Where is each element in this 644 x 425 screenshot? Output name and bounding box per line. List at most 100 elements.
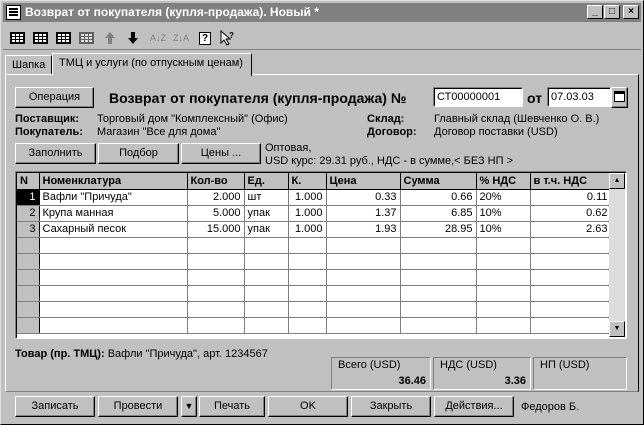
scroll-down-icon[interactable]: ▼ <box>609 321 625 337</box>
close-button[interactable]: Закрыть <box>351 396 431 417</box>
col-coef[interactable]: К. <box>288 173 327 190</box>
buyer-value[interactable]: Магазин "Все для дома" <box>97 126 220 138</box>
empty-row[interactable] <box>17 317 612 334</box>
cell-price[interactable]: 0.33 <box>326 189 401 206</box>
col-sum[interactable]: Сумма <box>400 173 477 190</box>
calendar-button[interactable] <box>611 87 628 108</box>
table-row[interactable]: 3 Сахарный песок 15.000 упак 1.000 1.93 … <box>17 221 612 238</box>
tab-header[interactable]: Шапка <box>5 55 52 75</box>
actions-button[interactable]: Действия... <box>434 396 514 417</box>
table-row[interactable]: 2 Крупа манная 5.000 упак 1.000 1.37 6.8… <box>17 205 612 222</box>
cell-price[interactable]: 1.93 <box>326 221 401 238</box>
print-button[interactable]: Печать <box>199 396 265 417</box>
cell-sum[interactable]: 28.95 <box>400 221 477 238</box>
cell-coef[interactable]: 1.000 <box>288 189 327 206</box>
save-button[interactable]: Записать <box>15 396 95 417</box>
item-info: Товар (пр. ТМЦ): Вафли "Причуда", арт. 1… <box>15 348 268 360</box>
currency-vat-info: USD курс: 29.31 руб., НДС - в сумме,< БЕ… <box>265 155 514 167</box>
move-up-icon[interactable] <box>100 28 120 48</box>
post-button[interactable]: Провести <box>98 396 178 417</box>
vat-box: НДС (USD) 3.36 <box>433 357 531 390</box>
item-info-value: Вафли "Причуда", арт. 1234567 <box>104 348 268 360</box>
col-nomenclature[interactable]: Номенклатура <box>39 173 188 190</box>
row-number[interactable]: 3 <box>17 221 40 238</box>
toolbar: A↓Z Z↓A ? ? <box>3 24 641 50</box>
cell-coef[interactable]: 1.000 <box>288 221 327 238</box>
empty-row[interactable] <box>17 301 612 318</box>
row-number[interactable]: 2 <box>17 205 40 222</box>
contract-value[interactable]: Договор поставки (USD) <box>434 126 558 138</box>
date-field[interactable]: 07.03.03 <box>547 87 611 107</box>
sort-asc-icon[interactable]: A↓Z <box>148 28 168 48</box>
calendar-icon <box>614 91 625 102</box>
cell-sum[interactable]: 0.66 <box>400 189 477 206</box>
table-delete-icon[interactable] <box>76 28 96 48</box>
title-bar[interactable]: Возврат от покупателя (купля-продажа). Н… <box>3 3 641 22</box>
total-label: Всего (USD) <box>338 359 401 371</box>
pick-button[interactable]: Подбор <box>98 143 179 164</box>
post-dropdown-icon[interactable]: ▼ <box>181 396 197 417</box>
sort-desc-icon[interactable]: Z↓A <box>171 28 191 48</box>
table-header: N Номенклатура Кол-во Ед. К. Цена Сумма … <box>17 173 612 190</box>
col-unit[interactable]: Ед. <box>244 173 289 190</box>
help-icon[interactable]: ? <box>195 28 215 48</box>
goods-table[interactable]: N Номенклатура Кол-во Ед. К. Цена Сумма … <box>15 171 627 339</box>
tab-goods-services[interactable]: ТМЦ и услуги (по отпускным ценам) <box>52 53 252 76</box>
table-edit-icon[interactable] <box>53 28 73 48</box>
empty-row[interactable] <box>17 285 612 302</box>
col-vat-included[interactable]: в т.ч. НДС <box>530 173 612 190</box>
cell-quantity[interactable]: 15.000 <box>187 221 245 238</box>
np-box: НП (USD) <box>533 357 627 390</box>
item-info-label: Товар (пр. ТМЦ): <box>15 348 105 360</box>
cell-nomenclature[interactable]: Вафли "Причуда" <box>39 189 188 206</box>
col-price[interactable]: Цена <box>326 173 401 190</box>
cell-quantity[interactable]: 5.000 <box>187 205 245 222</box>
cell-unit[interactable]: шт <box>244 189 289 206</box>
supplier-value[interactable]: Торговый дом "Комплексный" (Офис) <box>97 113 288 125</box>
warehouse-value[interactable]: Главный склад (Шевченко О. В.) <box>434 113 599 125</box>
col-n[interactable]: N <box>17 173 40 190</box>
cell-vat[interactable]: 0.62 <box>530 205 612 222</box>
ok-button[interactable]: OK <box>268 396 348 417</box>
close-window-button[interactable]: × <box>623 5 639 19</box>
scroll-up-icon[interactable]: ▲ <box>609 173 625 189</box>
prices-button[interactable]: Цены ... <box>181 143 261 164</box>
operation-button[interactable]: Операция <box>15 87 94 108</box>
table-scrollbar[interactable]: ▲ ▼ <box>609 173 625 337</box>
cell-unit[interactable]: упак <box>244 205 289 222</box>
supplier-label: Поставщик: <box>15 113 80 125</box>
cell-quantity[interactable]: 2.000 <box>187 189 245 206</box>
contract-label: Договор: <box>367 126 417 138</box>
cell-nomenclature[interactable]: Крупа манная <box>39 205 188 222</box>
empty-row[interactable] <box>17 269 612 286</box>
document-icon <box>6 5 21 20</box>
table-row[interactable]: 1 Вафли "Причуда" 2.000 шт 1.000 0.33 0.… <box>17 189 612 206</box>
cell-coef[interactable]: 1.000 <box>288 205 327 222</box>
minimize-button[interactable]: _ <box>587 5 603 19</box>
table-new-icon[interactable] <box>7 28 27 48</box>
price-type-info: Оптовая, <box>265 142 312 154</box>
cell-sum[interactable]: 6.85 <box>400 205 477 222</box>
empty-row[interactable] <box>17 253 612 270</box>
maximize-button[interactable]: □ <box>604 5 620 19</box>
svg-text:?: ? <box>229 31 234 40</box>
cell-unit[interactable]: упак <box>244 221 289 238</box>
cell-vat-rate[interactable]: 10% <box>476 205 531 222</box>
cell-vat-rate[interactable]: 10% <box>476 221 531 238</box>
empty-row[interactable] <box>17 237 612 254</box>
move-down-icon[interactable] <box>123 28 143 48</box>
col-quantity[interactable]: Кол-во <box>187 173 245 190</box>
date-label: от <box>527 90 543 106</box>
fill-button[interactable]: Заполнить <box>15 143 96 164</box>
cell-price[interactable]: 1.37 <box>326 205 401 222</box>
table-copy-icon[interactable] <box>30 28 50 48</box>
cell-nomenclature[interactable]: Сахарный песок <box>39 221 188 238</box>
cell-vat[interactable]: 0.11 <box>530 189 612 206</box>
warehouse-label: Склад: <box>367 113 405 125</box>
cell-vat[interactable]: 2.63 <box>530 221 612 238</box>
context-help-icon[interactable]: ? <box>217 28 237 48</box>
doc-number-field[interactable]: СТ00000001 <box>433 87 523 107</box>
row-number[interactable]: 1 <box>17 189 40 206</box>
col-vat-rate[interactable]: % НДС <box>476 173 531 190</box>
cell-vat-rate[interactable]: 20% <box>476 189 531 206</box>
